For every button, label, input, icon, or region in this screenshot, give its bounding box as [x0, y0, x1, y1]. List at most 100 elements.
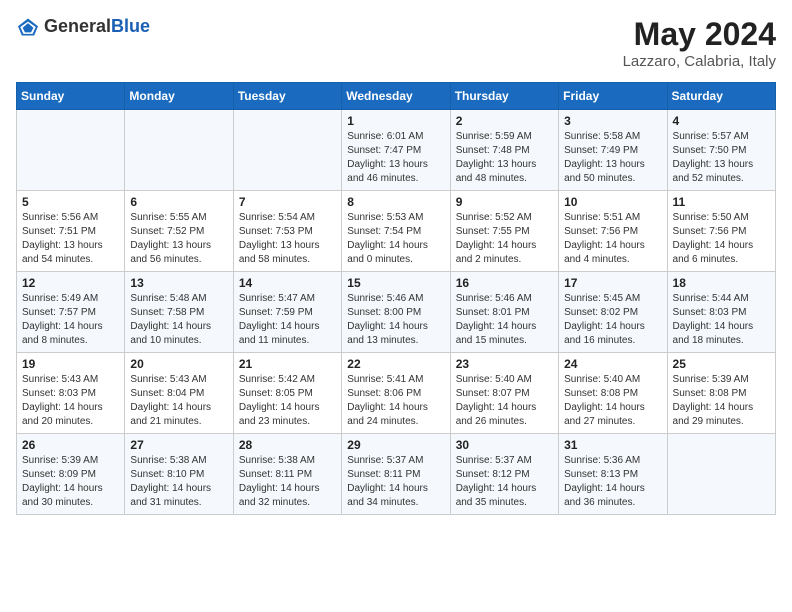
day-number: 13	[130, 276, 227, 290]
calendar-cell: 7Sunrise: 5:54 AMSunset: 7:53 PMDaylight…	[233, 191, 341, 272]
day-number: 21	[239, 357, 336, 371]
calendar-cell: 18 Sunrise: 5:44 AMSunset: 8:03 PMDayligh…	[667, 272, 775, 353]
day-number: 29	[347, 438, 444, 452]
day-number: 16	[456, 276, 553, 290]
calendar-cell: 3 Sunrise: 5:58 AMSunset: 7:49 PMDaylight…	[559, 110, 667, 191]
calendar-cell: 27Sunrise: 5:38 AMSunset: 8:10 PMDayligh…	[125, 434, 233, 515]
calendar-cell: 20Sunrise: 5:43 AMSunset: 8:04 PMDayligh…	[125, 353, 233, 434]
calendar-title: May 2024	[623, 16, 776, 53]
day-info: Sunrise: 5:36 AMSunset: 8:13 PMDaylight:…	[564, 454, 661, 510]
day-info: Sunrise: 5:52 AMSunset: 7:55 PMDaylight:…	[456, 211, 553, 267]
calendar-week-row: 19 Sunrise: 5:43 AMSunset: 8:03 PMDayligh…	[17, 353, 776, 434]
calendar-cell: 12 Sunrise: 5:49 AMSunset: 7:57 PMDayligh…	[17, 272, 125, 353]
day-info: Sunrise: 5:55 AMSunset: 7:52 PMDaylight:…	[130, 211, 227, 267]
calendar-cell	[233, 110, 341, 191]
calendar-cell: 31 Sunrise: 5:36 AMSunset: 8:13 PMDayligh…	[559, 434, 667, 515]
day-info: Sunrise: 5:37 AMSunset: 8:11 PMDaylight:…	[347, 454, 444, 510]
calendar-cell: 2 Sunrise: 5:59 AMSunset: 7:48 PMDaylight…	[450, 110, 558, 191]
title-block: May 2024 Lazzaro, Calabria, Italy	[623, 16, 776, 70]
calendar-cell: 28 Sunrise: 5:38 AMSunset: 8:11 PMDayligh…	[233, 434, 341, 515]
calendar-cell: 6Sunrise: 5:55 AMSunset: 7:52 PMDaylight…	[125, 191, 233, 272]
day-info: Sunrise: 5:44 AMSunset: 8:03 PMDaylight:…	[673, 292, 770, 348]
calendar-cell	[125, 110, 233, 191]
day-number: 27	[130, 438, 227, 452]
day-number: 30	[456, 438, 553, 452]
day-info: Sunrise: 5:58 AMSunset: 7:49 PMDaylight:…	[564, 130, 661, 186]
day-info: Sunrise: 6:01 AMSunset: 7:47 PMDaylight:…	[347, 130, 444, 186]
calendar-cell: 25Sunrise: 5:39 AMSunset: 8:08 PMDayligh…	[667, 353, 775, 434]
day-number: 23	[456, 357, 553, 371]
calendar-table: SundayMondayTuesdayWednesdayThursdayFrid…	[16, 82, 776, 515]
calendar-week-row: 1 Sunrise: 6:01 AMSunset: 7:47 PMDaylight…	[17, 110, 776, 191]
day-number: 14	[239, 276, 336, 290]
calendar-day-header: Friday	[559, 83, 667, 110]
day-number: 5	[22, 195, 119, 209]
calendar-day-header: Sunday	[17, 83, 125, 110]
calendar-cell: 19 Sunrise: 5:43 AMSunset: 8:03 PMDayligh…	[17, 353, 125, 434]
logo-text-general: General	[44, 16, 111, 36]
calendar-week-row: 12 Sunrise: 5:49 AMSunset: 7:57 PMDayligh…	[17, 272, 776, 353]
day-info: Sunrise: 5:50 AMSunset: 7:56 PMDaylight:…	[673, 211, 770, 267]
day-number: 2	[456, 114, 553, 128]
logo-text-blue: Blue	[111, 16, 150, 36]
calendar-cell: 8Sunrise: 5:53 AMSunset: 7:54 PMDaylight…	[342, 191, 450, 272]
day-number: 3	[564, 114, 661, 128]
calendar-day-header: Saturday	[667, 83, 775, 110]
day-info: Sunrise: 5:51 AMSunset: 7:56 PMDaylight:…	[564, 211, 661, 267]
day-number: 9	[456, 195, 553, 209]
day-number: 24	[564, 357, 661, 371]
calendar-cell: 24 Sunrise: 5:40 AMSunset: 8:08 PMDayligh…	[559, 353, 667, 434]
day-info: Sunrise: 5:47 AMSunset: 7:59 PMDaylight:…	[239, 292, 336, 348]
day-number: 1	[347, 114, 444, 128]
day-info: Sunrise: 5:38 AMSunset: 8:11 PMDaylight:…	[239, 454, 336, 510]
day-number: 7	[239, 195, 336, 209]
day-number: 8	[347, 195, 444, 209]
day-info: Sunrise: 5:48 AMSunset: 7:58 PMDaylight:…	[130, 292, 227, 348]
calendar-cell: 11Sunrise: 5:50 AMSunset: 7:56 PMDayligh…	[667, 191, 775, 272]
logo-icon	[16, 17, 40, 37]
calendar-cell: 26 Sunrise: 5:39 AMSunset: 8:09 PMDayligh…	[17, 434, 125, 515]
day-number: 26	[22, 438, 119, 452]
day-info: Sunrise: 5:42 AMSunset: 8:05 PMDaylight:…	[239, 373, 336, 429]
day-number: 31	[564, 438, 661, 452]
day-info: Sunrise: 5:49 AMSunset: 7:57 PMDaylight:…	[22, 292, 119, 348]
calendar-cell: 1 Sunrise: 6:01 AMSunset: 7:47 PMDaylight…	[342, 110, 450, 191]
calendar-header-row: SundayMondayTuesdayWednesdayThursdayFrid…	[17, 83, 776, 110]
day-info: Sunrise: 5:40 AMSunset: 8:07 PMDaylight:…	[456, 373, 553, 429]
calendar-cell: 23 Sunrise: 5:40 AMSunset: 8:07 PMDayligh…	[450, 353, 558, 434]
calendar-cell: 22Sunrise: 5:41 AMSunset: 8:06 PMDayligh…	[342, 353, 450, 434]
calendar-cell: 9 Sunrise: 5:52 AMSunset: 7:55 PMDaylight…	[450, 191, 558, 272]
calendar-day-header: Wednesday	[342, 83, 450, 110]
calendar-cell: 15Sunrise: 5:46 AMSunset: 8:00 PMDayligh…	[342, 272, 450, 353]
calendar-day-header: Thursday	[450, 83, 558, 110]
calendar-cell: 14 Sunrise: 5:47 AMSunset: 7:59 PMDayligh…	[233, 272, 341, 353]
day-number: 28	[239, 438, 336, 452]
calendar-cell: 30Sunrise: 5:37 AMSunset: 8:12 PMDayligh…	[450, 434, 558, 515]
day-info: Sunrise: 5:39 AMSunset: 8:09 PMDaylight:…	[22, 454, 119, 510]
logo: GeneralBlue	[16, 16, 150, 37]
day-info: Sunrise: 5:39 AMSunset: 8:08 PMDaylight:…	[673, 373, 770, 429]
day-info: Sunrise: 5:59 AMSunset: 7:48 PMDaylight:…	[456, 130, 553, 186]
calendar-cell	[667, 434, 775, 515]
day-info: Sunrise: 5:43 AMSunset: 8:03 PMDaylight:…	[22, 373, 119, 429]
day-number: 10	[564, 195, 661, 209]
day-number: 20	[130, 357, 227, 371]
day-info: Sunrise: 5:40 AMSunset: 8:08 PMDaylight:…	[564, 373, 661, 429]
calendar-cell: 17Sunrise: 5:45 AMSunset: 8:02 PMDayligh…	[559, 272, 667, 353]
day-number: 22	[347, 357, 444, 371]
day-number: 4	[673, 114, 770, 128]
calendar-cell: 16 Sunrise: 5:46 AMSunset: 8:01 PMDayligh…	[450, 272, 558, 353]
calendar-day-header: Tuesday	[233, 83, 341, 110]
day-info: Sunrise: 5:56 AMSunset: 7:51 PMDaylight:…	[22, 211, 119, 267]
calendar-cell	[17, 110, 125, 191]
day-number: 19	[22, 357, 119, 371]
day-number: 15	[347, 276, 444, 290]
calendar-day-header: Monday	[125, 83, 233, 110]
day-number: 18	[673, 276, 770, 290]
calendar-location: Lazzaro, Calabria, Italy	[623, 53, 776, 70]
calendar-week-row: 5 Sunrise: 5:56 AMSunset: 7:51 PMDaylight…	[17, 191, 776, 272]
page-header: GeneralBlue May 2024 Lazzaro, Calabria, …	[16, 16, 776, 70]
day-number: 12	[22, 276, 119, 290]
day-info: Sunrise: 5:46 AMSunset: 8:01 PMDaylight:…	[456, 292, 553, 348]
calendar-week-row: 26 Sunrise: 5:39 AMSunset: 8:09 PMDayligh…	[17, 434, 776, 515]
